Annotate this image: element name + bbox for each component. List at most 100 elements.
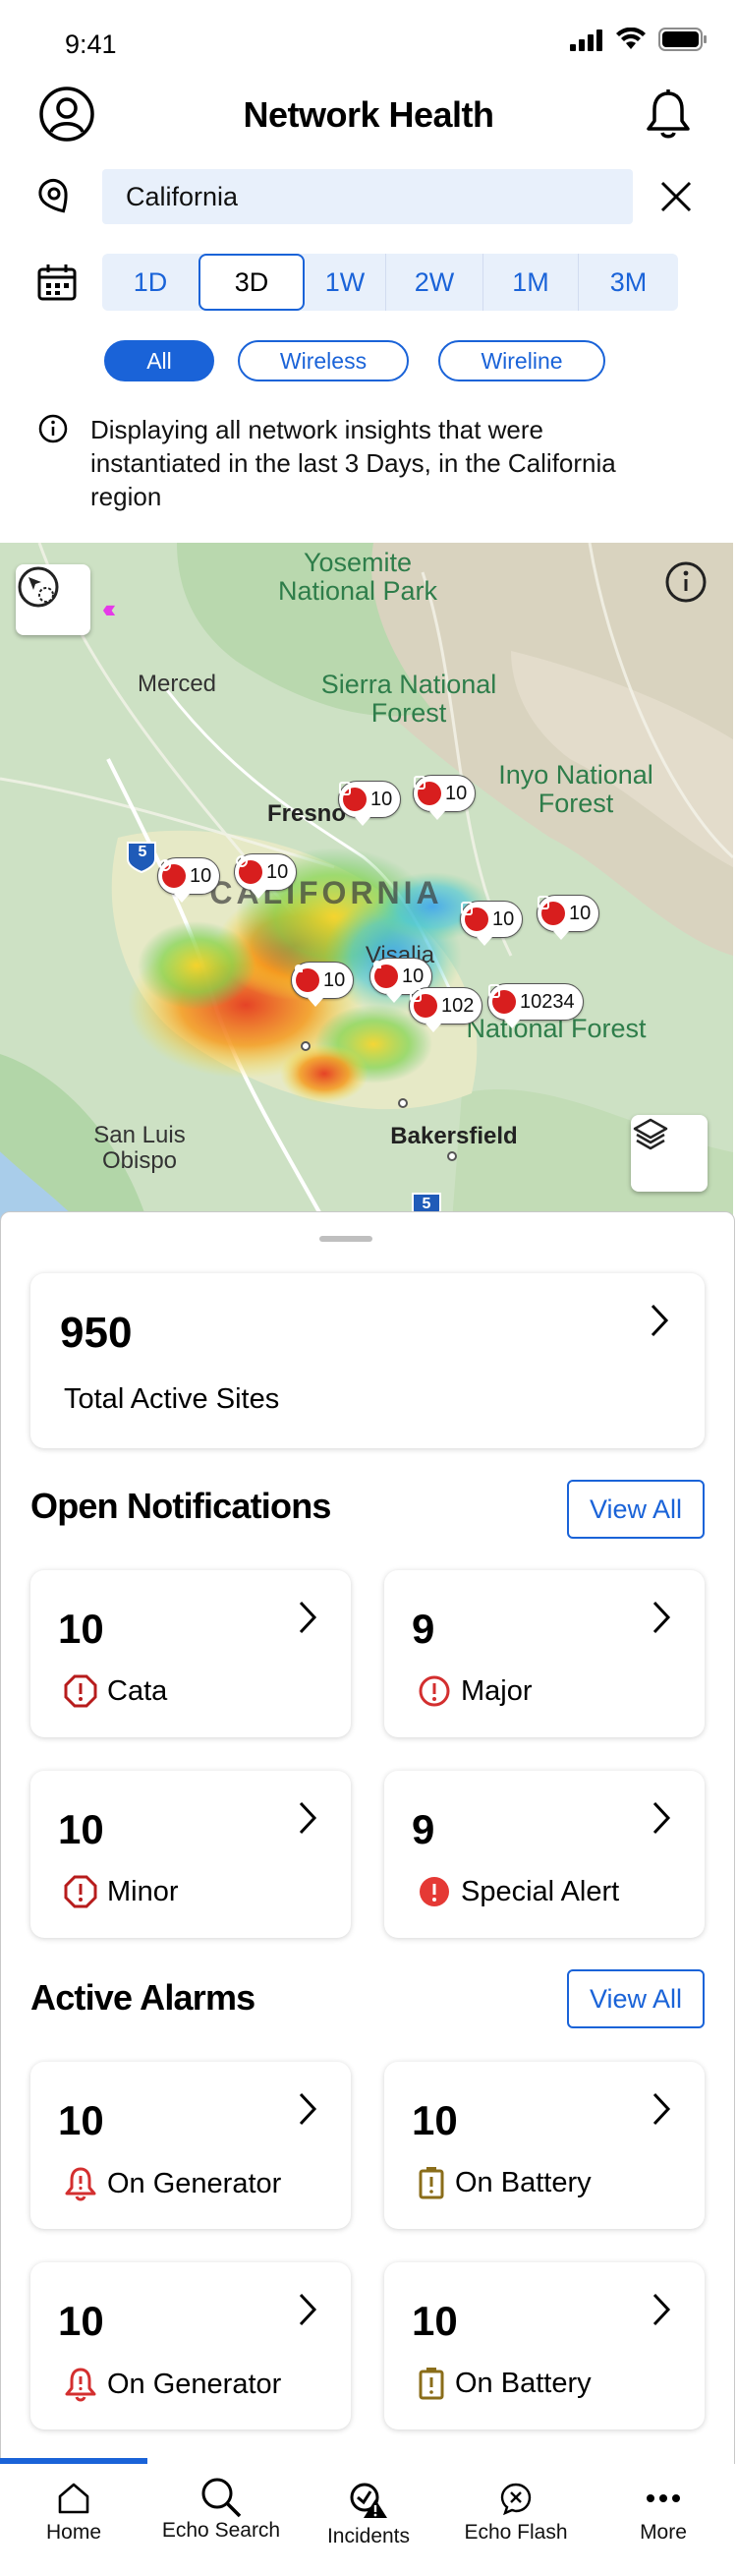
map-pin[interactable]: 10 [413,775,477,820]
octagon-alert-icon [64,1674,97,1708]
tab-label: Echo Search [161,2519,281,2542]
alarm-label: On Generator [64,2166,281,2201]
alarm-label-text: On Battery [455,2166,592,2198]
notification-value: 9 [412,1806,435,1852]
alarm-value: 10 [412,2298,458,2344]
more-icon [647,2494,680,2502]
bell-icon [647,89,690,139]
alert-pin-icon [410,988,437,1018]
alarm-card-on-generator[interactable]: 10 On Generator [30,2062,351,2229]
status-time: 9:41 [65,29,117,59]
locate-button[interactable] [16,564,90,635]
chevron-right-icon [299,1601,317,1634]
search-icon [201,2478,242,2518]
notification-value: 10 [58,1606,104,1652]
layers-icon [633,1118,668,1150]
active-alarms-title: Active Alarms [30,1977,255,2018]
alarm-label: On Battery [418,2367,592,2400]
chip-wireless[interactable]: Wireless [238,340,409,381]
power-pin-icon [159,859,186,888]
notification-card-cata[interactable]: 10 Cata [30,1570,351,1737]
map-label-san-luis-obispo: San Luis Obispo [93,1122,186,1174]
map-pin[interactable]: 10 [338,781,402,826]
open-notifications-title: Open Notifications [30,1486,331,1526]
tab-label: Incidents [326,2525,411,2547]
map-pin-count: 10 [492,907,515,930]
clear-region-button[interactable] [656,177,696,216]
map-pin-count: 10 [323,968,346,991]
total-active-sites-card[interactable]: 950 Total Active Sites [30,1273,705,1448]
alarm-label: On Generator [64,2367,281,2402]
total-active-sites-value: 950 [60,1309,133,1357]
map-pin[interactable]: 10 [234,853,298,899]
page-title: Network Health [243,94,494,135]
status-bar: 9:41 [0,0,737,88]
alert-pin-icon [488,984,516,1014]
map-pin[interactable]: 10 [291,962,355,1007]
map-pin[interactable]: 102 [409,987,483,1032]
filled-circle-alert-icon [420,1877,449,1906]
alarm-label-text: On Battery [455,2367,592,2399]
map-pin-count: 10 [266,860,289,883]
map-label-yosemite: Yosemite National Park [277,548,438,606]
tab-home[interactable]: Home [0,2464,147,2576]
map-pin[interactable]: 10 [537,895,600,940]
expand-chevrons-icon[interactable]: ‹‹‹ [102,594,116,624]
notification-card-special-alert[interactable]: 9 Special Alert [384,1771,705,1938]
notification-label-text: Special Alert [461,1875,620,1907]
tab-more[interactable]: More [590,2464,737,2576]
chip-all[interactable]: All [104,340,214,381]
chevron-right-icon [652,1801,671,1835]
range-option-1m[interactable]: 1M [483,254,578,311]
chevron-right-icon [299,2293,317,2326]
region-row: California [0,169,737,226]
map-pin-count: 10 [569,902,592,924]
bell-pin-icon [373,961,398,988]
alert-pin-icon [414,776,441,805]
locate-icon [18,566,59,608]
notification-label-text: Cata [107,1674,168,1707]
chevron-right-icon [652,1601,671,1634]
summary-sheet: 950 Total Active Sites Open Notification… [0,1211,735,2470]
map-pin[interactable]: 10234 [487,983,584,1028]
status-icons [570,28,708,51]
bell-pin-icon [295,965,319,992]
map-pin[interactable]: 10 [460,901,524,946]
notification-label: Minor [64,1875,179,1908]
map-pin[interactable]: 10 [157,857,221,903]
total-active-sites-label: Total Active Sites [64,1383,280,1415]
wifi-icon [616,28,646,49]
alarm-card-on-battery[interactable]: 10 On Battery [384,2262,705,2430]
notifications-view-all-button[interactable]: View All [567,1480,705,1539]
tab-echo-flash[interactable]: Echo Flash [442,2464,590,2576]
tab-echo-search[interactable]: Echo Search [147,2464,295,2576]
notification-card-minor[interactable]: 10 Minor [30,1771,351,1938]
info-icon [38,414,68,443]
range-option-3m[interactable]: 3M [579,254,678,311]
alert-pin-icon [461,902,488,931]
range-option-2w[interactable]: 2W [386,254,482,311]
alarm-card-on-battery[interactable]: 10 On Battery [384,2062,705,2229]
chevron-right-icon [652,2092,671,2126]
alarm-card-on-generator[interactable]: 10 On Generator [30,2262,351,2430]
chevron-right-icon [652,2293,671,2326]
notifications-button[interactable] [639,85,698,144]
tab-incidents[interactable]: Incidents [295,2464,442,2576]
range-option-1d[interactable]: 1D [102,254,198,311]
region-input[interactable]: California [102,169,633,224]
alarm-label-text: On Generator [107,2368,282,2400]
chip-wireline[interactable]: Wireline [438,340,605,381]
alarms-view-all-button[interactable]: View All [567,1969,705,2028]
notification-card-major[interactable]: 9 Major [384,1570,705,1737]
info-icon [665,561,707,603]
range-option-3d[interactable]: 3D [198,254,305,311]
map-pin-count: 10 [402,965,425,987]
map-info-button[interactable] [664,560,711,608]
sheet-grabber[interactable] [319,1236,372,1242]
range-option-1w[interactable]: 1W [305,254,385,311]
bell-alert-icon [65,2368,96,2402]
signal-icon [570,29,602,51]
network-map[interactable]: Yosemite National Park Sierra National F… [0,543,733,1221]
chevron-right-icon [651,1304,669,1337]
layers-button[interactable] [631,1115,708,1192]
